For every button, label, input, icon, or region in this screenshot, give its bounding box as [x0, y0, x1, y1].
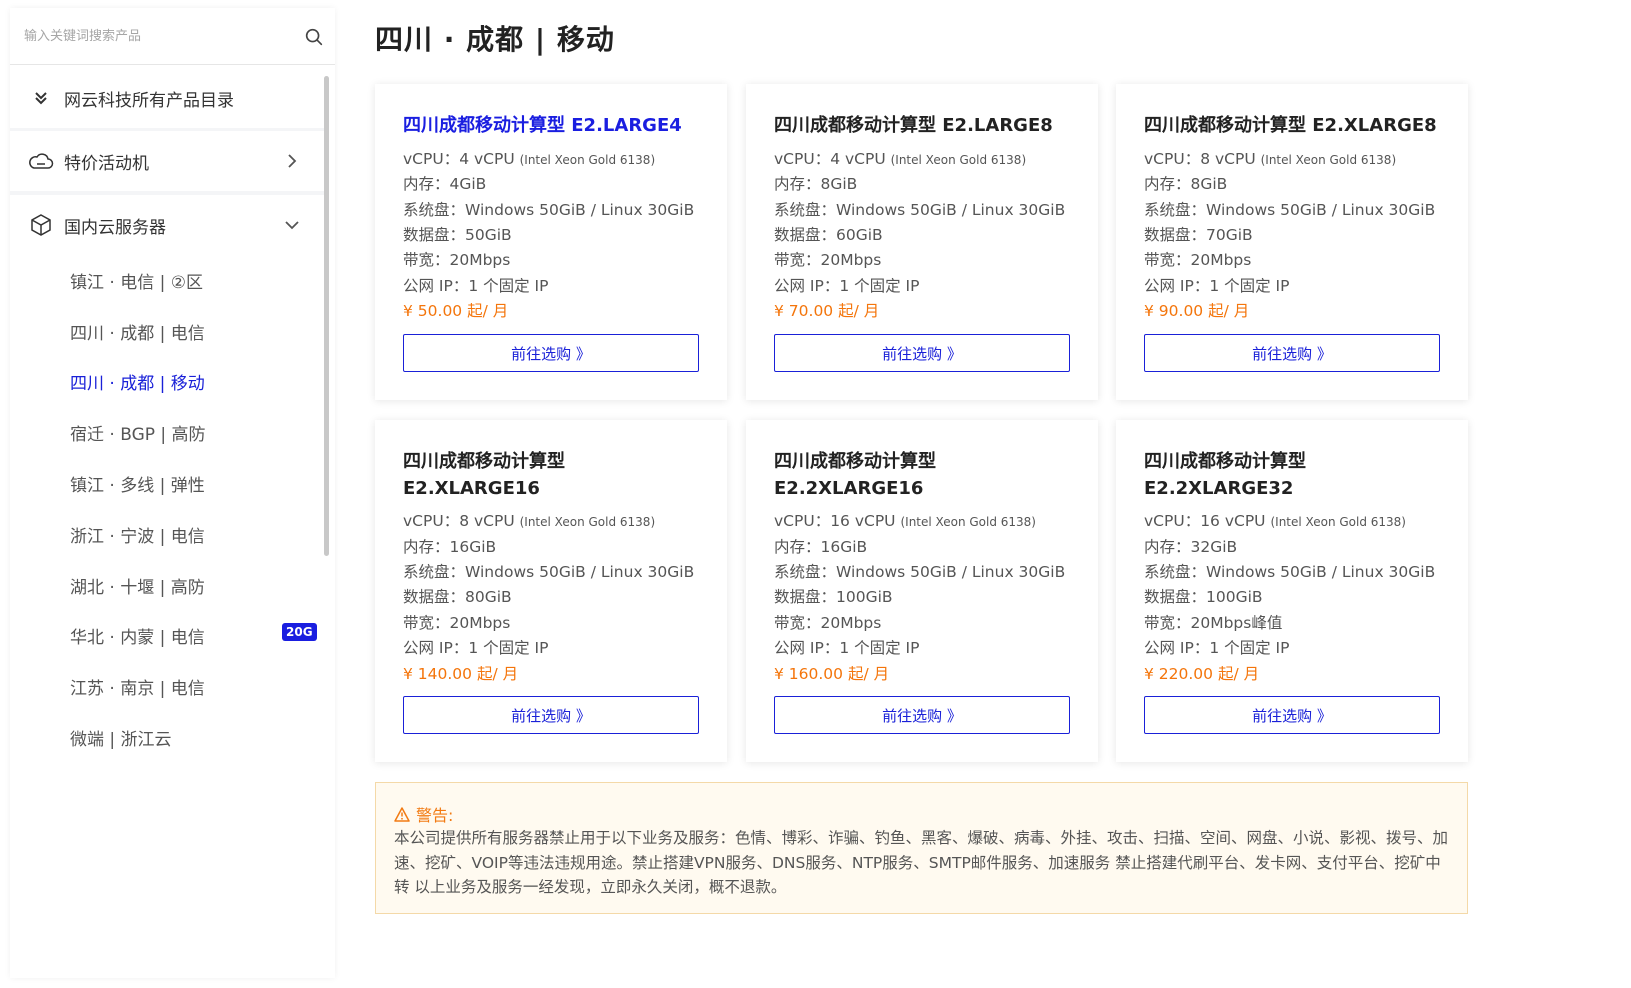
promo-label: 特价活动机 — [64, 153, 149, 174]
system-disk-spec: 系统盘：Windows 50GiB / Linux 30GiB — [403, 201, 695, 219]
data-disk-spec: 数据盘：60GiB — [774, 226, 883, 244]
product-card: 四川成都移动计算型 E2.XLARGE8 vCPU：8 vCPU (Intel … — [1116, 84, 1468, 400]
data-disk-spec: 数据盘：100GiB — [774, 588, 893, 606]
sidebar-item-suqian-bgp[interactable]: 宿迁 · BGP | 高防 — [70, 420, 206, 445]
ip-spec: 公网 IP：1 个固定 IP — [1144, 639, 1290, 657]
system-disk-spec: 系统盘：Windows 50GiB / Linux 30GiB — [774, 563, 1066, 581]
domestic-menu-row[interactable]: 国内云服务器 — [10, 195, 325, 255]
catalog-menu-row[interactable]: 网云科技所有产品目录 — [10, 68, 325, 128]
sidebar-item-zhejiang-ningbo[interactable]: 浙江 · 宁波 | 电信 — [70, 522, 205, 547]
price: ¥ 220.00 起/ 月 — [1144, 665, 1260, 683]
cube-icon — [28, 212, 54, 238]
vcpu-spec: vCPU：8 vCPU (Intel Xeon Gold 6138) — [1144, 150, 1397, 168]
product-card: 四川成都移动计算型 E2.LARGE8 vCPU：4 vCPU (Intel X… — [746, 84, 1098, 400]
catalog-label: 网云科技所有产品目录 — [64, 90, 234, 111]
badge-20g: 20G — [282, 623, 317, 641]
data-disk-spec: 数据盘：100GiB — [1144, 588, 1263, 606]
warning-notice: 警告: 本公司提供所有服务器禁止用于以下业务及服务：色情、博彩、诈骗、钓鱼、黑客… — [375, 782, 1468, 914]
price: ¥ 160.00 起/ 月 — [774, 665, 890, 683]
search-input[interactable] — [24, 24, 294, 48]
bandwidth-spec: 带宽：20Mbps — [774, 251, 882, 269]
card-title[interactable]: 四川成都移动计算型 E2.LARGE4 — [403, 112, 703, 139]
vcpu-spec: vCPU：16 vCPU (Intel Xeon Gold 6138) — [774, 512, 1036, 530]
data-disk-spec: 数据盘：70GiB — [1144, 226, 1253, 244]
data-disk-spec: 数据盘：50GiB — [403, 226, 512, 244]
warning-text: 本公司提供所有服务器禁止用于以下业务及服务：色情、博彩、诈骗、钓鱼、黑客、爆破、… — [394, 829, 1449, 896]
bandwidth-spec: 带宽：20Mbps — [1144, 251, 1252, 269]
card-title[interactable]: 四川成都移动计算型 E2.LARGE8 — [774, 112, 1074, 139]
card-title[interactable]: 四川成都移动计算型 E2.2XLARGE16 — [774, 448, 1074, 502]
promo-menu-row[interactable]: 特价活动机 — [10, 131, 325, 191]
sidebar: 网云科技所有产品目录 特价活动机 国内云服务器 镇江 · 电信 | ②区 — [10, 8, 335, 978]
buy-button[interactable]: 前往选购 》 — [403, 334, 699, 372]
buy-button[interactable]: 前往选购 》 — [1144, 696, 1440, 734]
chevron-right-icon — [288, 154, 297, 168]
price: ¥ 70.00 起/ 月 — [774, 302, 880, 320]
double-chevron-down-icon — [28, 85, 54, 111]
sidebar-scrollbar[interactable] — [324, 76, 329, 556]
sidebar-item-weiduan-zhejiang[interactable]: 微端 | 浙江云 — [70, 725, 172, 750]
price: ¥ 140.00 起/ 月 — [403, 665, 519, 683]
sidebar-item-sichuan-chengdu-mobile[interactable]: 四川 · 成都 | 移动 — [70, 369, 205, 394]
price: ¥ 50.00 起/ 月 — [403, 302, 509, 320]
page-title: 四川 · 成都 | 移动 — [375, 23, 615, 56]
sidebar-item-sichuan-chengdu-telecom[interactable]: 四川 · 成都 | 电信 — [70, 319, 205, 344]
memory-spec: 内存：8GiB — [774, 175, 858, 193]
bandwidth-spec: 带宽：20Mbps峰值 — [1144, 614, 1283, 632]
sidebar-item-zhenjiang-multiline[interactable]: 镇江 · 多线 | 弹性 — [70, 471, 205, 496]
data-disk-spec: 数据盘：80GiB — [403, 588, 512, 606]
buy-button[interactable]: 前往选购 》 — [774, 696, 1070, 734]
sidebar-item-hubei-shiyan[interactable]: 湖北 · 十堰 | 高防 — [70, 573, 205, 598]
vcpu-spec: vCPU：4 vCPU (Intel Xeon Gold 6138) — [774, 150, 1027, 168]
vcpu-spec: vCPU：8 vCPU (Intel Xeon Gold 6138) — [403, 512, 656, 530]
ip-spec: 公网 IP：1 个固定 IP — [774, 639, 920, 657]
buy-button[interactable]: 前往选购 》 — [1144, 334, 1440, 372]
card-title[interactable]: 四川成都移动计算型 E2.XLARGE8 — [1144, 112, 1444, 139]
sidebar-item-label: 华北 · 内蒙 | 电信 — [70, 628, 205, 648]
card-title[interactable]: 四川成都移动计算型 E2.2XLARGE32 — [1144, 448, 1444, 502]
domestic-label: 国内云服务器 — [64, 217, 166, 238]
vcpu-spec: vCPU：16 vCPU (Intel Xeon Gold 6138) — [1144, 512, 1406, 530]
buy-button[interactable]: 前往选购 》 — [403, 696, 699, 734]
price: ¥ 90.00 起/ 月 — [1144, 302, 1250, 320]
chevron-down-icon — [285, 221, 299, 230]
product-card: 四川成都移动计算型 E2.LARGE4 vCPU：4 vCPU (Intel X… — [375, 84, 727, 400]
bandwidth-spec: 带宽：20Mbps — [403, 614, 511, 632]
search-bar — [10, 8, 335, 65]
vcpu-spec: vCPU：4 vCPU (Intel Xeon Gold 6138) — [403, 150, 656, 168]
warning-title: 警告: — [394, 802, 453, 826]
warning-icon — [394, 806, 410, 822]
system-disk-spec: 系统盘：Windows 50GiB / Linux 30GiB — [403, 563, 695, 581]
system-disk-spec: 系统盘：Windows 50GiB / Linux 30GiB — [1144, 201, 1436, 219]
bandwidth-spec: 带宽：20Mbps — [403, 251, 511, 269]
memory-spec: 内存：4GiB — [403, 175, 487, 193]
product-card: 四川成都移动计算型 E2.2XLARGE32 vCPU：16 vCPU (Int… — [1116, 420, 1468, 762]
memory-spec: 内存：32GiB — [1144, 538, 1238, 556]
product-card: 四川成都移动计算型 E2.XLARGE16 vCPU：8 vCPU (Intel… — [375, 420, 727, 762]
memory-spec: 内存：8GiB — [1144, 175, 1228, 193]
memory-spec: 内存：16GiB — [774, 538, 868, 556]
warning-title-text: 警告: — [416, 806, 454, 825]
system-disk-spec: 系统盘：Windows 50GiB / Linux 30GiB — [1144, 563, 1436, 581]
search-icon[interactable] — [303, 26, 325, 48]
bandwidth-spec: 带宽：20Mbps — [774, 614, 882, 632]
buy-button[interactable]: 前往选购 》 — [774, 334, 1070, 372]
ip-spec: 公网 IP：1 个固定 IP — [403, 277, 549, 295]
system-disk-spec: 系统盘：Windows 50GiB / Linux 30GiB — [774, 201, 1066, 219]
card-title[interactable]: 四川成都移动计算型 E2.XLARGE16 — [403, 448, 703, 502]
sidebar-item-jiangsu-nanjing[interactable]: 江苏 · 南京 | 电信 — [70, 674, 205, 699]
cloud-icon — [28, 148, 54, 174]
sidebar-item-zhenjiang-telecom-2[interactable]: 镇江 · 电信 | ②区 — [70, 268, 203, 293]
ip-spec: 公网 IP：1 个固定 IP — [774, 277, 920, 295]
ip-spec: 公网 IP：1 个固定 IP — [1144, 277, 1290, 295]
sidebar-item-huabei-neimeng-row[interactable]: 华北 · 内蒙 | 电信 20G — [10, 623, 325, 648]
ip-spec: 公网 IP：1 个固定 IP — [403, 639, 549, 657]
product-card: 四川成都移动计算型 E2.2XLARGE16 vCPU：16 vCPU (Int… — [746, 420, 1098, 762]
memory-spec: 内存：16GiB — [403, 538, 497, 556]
